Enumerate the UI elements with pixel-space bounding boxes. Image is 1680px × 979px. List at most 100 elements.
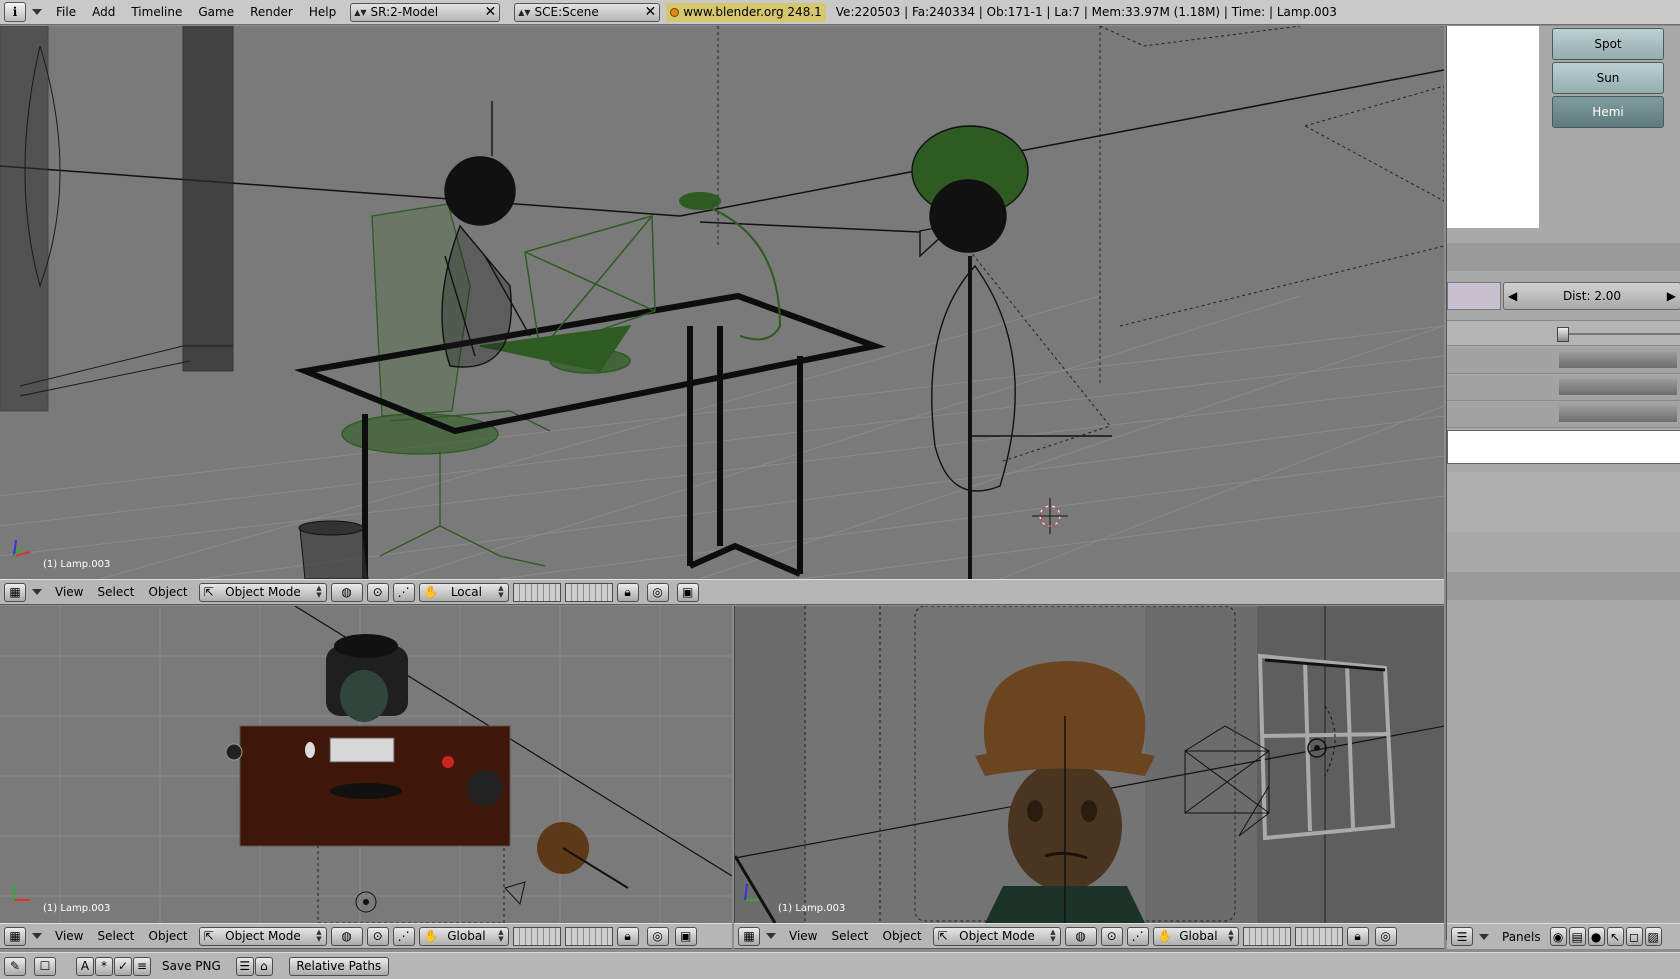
lamp-color-swatch[interactable] xyxy=(1447,282,1501,310)
image-window-icon[interactable]: ☐ xyxy=(34,956,56,976)
save-png-label: Save PNG xyxy=(162,959,221,973)
draw-type-icon[interactable]: ◍ xyxy=(330,926,363,946)
close-icon[interactable]: ✕ xyxy=(484,4,496,20)
wastebasket xyxy=(298,520,369,579)
scene-name: SCE:Scene xyxy=(534,5,599,19)
layer-buttons-2[interactable] xyxy=(564,582,613,602)
lock-icon[interactable]: 🔒︎ xyxy=(616,582,639,602)
pivot-icon[interactable]: ⊙ xyxy=(1100,926,1123,946)
layer-buttons-1[interactable] xyxy=(512,926,561,946)
menu-view[interactable]: View xyxy=(48,929,90,943)
globe xyxy=(467,770,503,806)
orientation-selector[interactable]: ✋ Global ▲ ▼ xyxy=(418,926,509,946)
editor-type-image-icon[interactable]: ✎ xyxy=(4,956,26,976)
orientation-selector[interactable]: ✋ Local ▲ ▼ xyxy=(418,582,509,602)
collapse-menu-icon[interactable] xyxy=(32,589,42,595)
blender-url[interactable]: www.blender.org 248.1 xyxy=(666,2,826,22)
menu-select[interactable]: Select xyxy=(824,929,875,943)
manipulator-icon[interactable]: ⋰ xyxy=(392,926,415,946)
updown-arrows-icon: ▲▼ xyxy=(498,584,504,599)
mode-value: Object Mode xyxy=(225,929,301,943)
editing-icon[interactable]: ◻ xyxy=(1625,927,1643,946)
buttons-window: Spot Sun Hemi ◀ Dist: 2.00 ▶ ☰ Panels ◉ … xyxy=(1446,26,1680,949)
lock-icon[interactable]: 🔒︎ xyxy=(616,926,639,946)
color-r-slider[interactable] xyxy=(1447,348,1680,374)
updown-arrows-icon: ▲▼ xyxy=(316,584,322,599)
editor-type-grid-icon[interactable]: ▦ xyxy=(4,926,26,946)
lamp-type-spot-button[interactable]: Spot xyxy=(1552,28,1664,60)
menu-object[interactable]: Object xyxy=(142,929,195,943)
panels-label[interactable]: Panels xyxy=(1495,930,1548,944)
mode-selector[interactable]: ⇱ Object Mode ▲ ▼ xyxy=(198,582,327,602)
pivot-icon[interactable]: ⊙ xyxy=(366,926,389,946)
collapse-menu-icon[interactable] xyxy=(32,933,42,939)
menu-select[interactable]: Select xyxy=(90,929,141,943)
mode-selector[interactable]: ⇱ Object Mode ▲ ▼ xyxy=(198,926,327,946)
screen-name: SR:2-Model xyxy=(370,5,439,19)
menu-add[interactable]: Add xyxy=(84,5,123,19)
draw-type-icon[interactable]: ◍ xyxy=(330,582,363,602)
orientation-selector[interactable]: ✋ Global ▲ ▼ xyxy=(1152,926,1239,946)
sort-size-icon[interactable]: ✓ xyxy=(114,956,132,976)
collapse-menu-icon[interactable] xyxy=(766,933,776,939)
menu-game[interactable]: Game xyxy=(190,5,242,19)
draw-type-icon[interactable]: ◍ xyxy=(1064,926,1097,946)
pivot-icon[interactable]: ⊙ xyxy=(366,582,389,602)
editor-type-grid-icon[interactable]: ▦ xyxy=(4,582,26,602)
menu-help[interactable]: Help xyxy=(301,5,344,19)
sort-alpha-icon[interactable]: A xyxy=(76,956,94,976)
object-icon[interactable]: ↖ xyxy=(1606,927,1624,946)
menu-render[interactable]: Render xyxy=(242,5,301,19)
mode-selector[interactable]: ⇱ Object Mode ▲ ▼ xyxy=(932,926,1061,946)
menu-timeline[interactable]: Timeline xyxy=(123,5,190,19)
render-preview-icon[interactable]: ◎ xyxy=(646,582,669,602)
close-icon[interactable]: ✕ xyxy=(644,4,656,20)
layer-buttons-1[interactable] xyxy=(1242,926,1291,946)
render-preview-icon[interactable]: ◎ xyxy=(646,926,669,946)
dist-number-field[interactable]: ◀ Dist: 2.00 ▶ xyxy=(1503,282,1680,310)
3d-cursor xyxy=(1032,498,1068,534)
menu-object[interactable]: Object xyxy=(142,585,195,599)
editor-type-grid-icon[interactable]: ▦ xyxy=(738,926,760,946)
manipulator-icon[interactable]: ⋰ xyxy=(392,582,415,602)
color-b-slider[interactable] xyxy=(1447,402,1680,428)
shading-icon[interactable]: ● xyxy=(1587,927,1605,946)
collapse-menu-icon[interactable] xyxy=(32,9,42,15)
sort-ext-icon[interactable]: ≡ xyxy=(133,956,151,976)
logic-icon[interactable]: ◉ xyxy=(1549,927,1567,946)
render-icon[interactable]: ▣ xyxy=(676,582,699,602)
layer-buttons-1[interactable] xyxy=(512,582,561,602)
layer-buttons-2[interactable] xyxy=(1294,926,1343,946)
manipulator-icon[interactable]: ⋰ xyxy=(1126,926,1149,946)
list-icon[interactable]: ☰ xyxy=(235,956,254,976)
scene-icon[interactable]: ▨ xyxy=(1644,927,1662,946)
editor-type-buttons-icon[interactable]: ☰ xyxy=(1451,927,1473,946)
menu-view[interactable]: View xyxy=(782,929,824,943)
render-preview-icon[interactable]: ◎ xyxy=(1374,926,1397,946)
3d-viewport-perspective[interactable]: (1) Lamp.003 xyxy=(0,26,1444,579)
lamp-type-sun-button[interactable]: Sun xyxy=(1552,62,1664,94)
lock-icon[interactable]: 🔒︎ xyxy=(1346,926,1369,946)
screen-selector[interactable]: ▲▼ SR:2-Model ✕ xyxy=(350,2,501,22)
3d-view-header-bottom-left: ▦ View Select Object ⇱ Object Mode ▲ ▼ ◍ … xyxy=(0,923,732,949)
relative-paths-button[interactable]: Relative Paths xyxy=(288,956,389,976)
script-icon[interactable]: ▤ xyxy=(1568,927,1586,946)
menu-select[interactable]: Select xyxy=(90,585,141,599)
3d-viewport-camera[interactable]: (1) Lamp.003 xyxy=(734,606,1444,923)
render-icon[interactable]: ▣ xyxy=(674,926,697,946)
3d-viewport-top[interactable]: (1) Lamp.003 xyxy=(0,606,732,923)
menu-view[interactable]: View xyxy=(48,585,90,599)
color-g-slider[interactable] xyxy=(1447,375,1680,401)
sort-time-icon[interactable]: * xyxy=(95,956,113,976)
collapse-menu-icon[interactable] xyxy=(1479,933,1489,940)
ghost-icon[interactable]: ⌂ xyxy=(254,956,273,976)
menu-file[interactable]: File xyxy=(48,5,84,19)
info-editor-icon[interactable]: i xyxy=(4,2,26,22)
energy-slider[interactable] xyxy=(1447,320,1680,346)
panel-divider xyxy=(1447,243,1680,271)
layer-buttons-2[interactable] xyxy=(564,926,613,946)
slider-handle[interactable] xyxy=(1557,327,1569,342)
lamp-type-hemi-button[interactable]: Hemi xyxy=(1552,96,1664,128)
menu-object[interactable]: Object xyxy=(876,929,929,943)
scene-selector[interactable]: ▲▼ SCE:Scene ✕ xyxy=(514,2,661,22)
